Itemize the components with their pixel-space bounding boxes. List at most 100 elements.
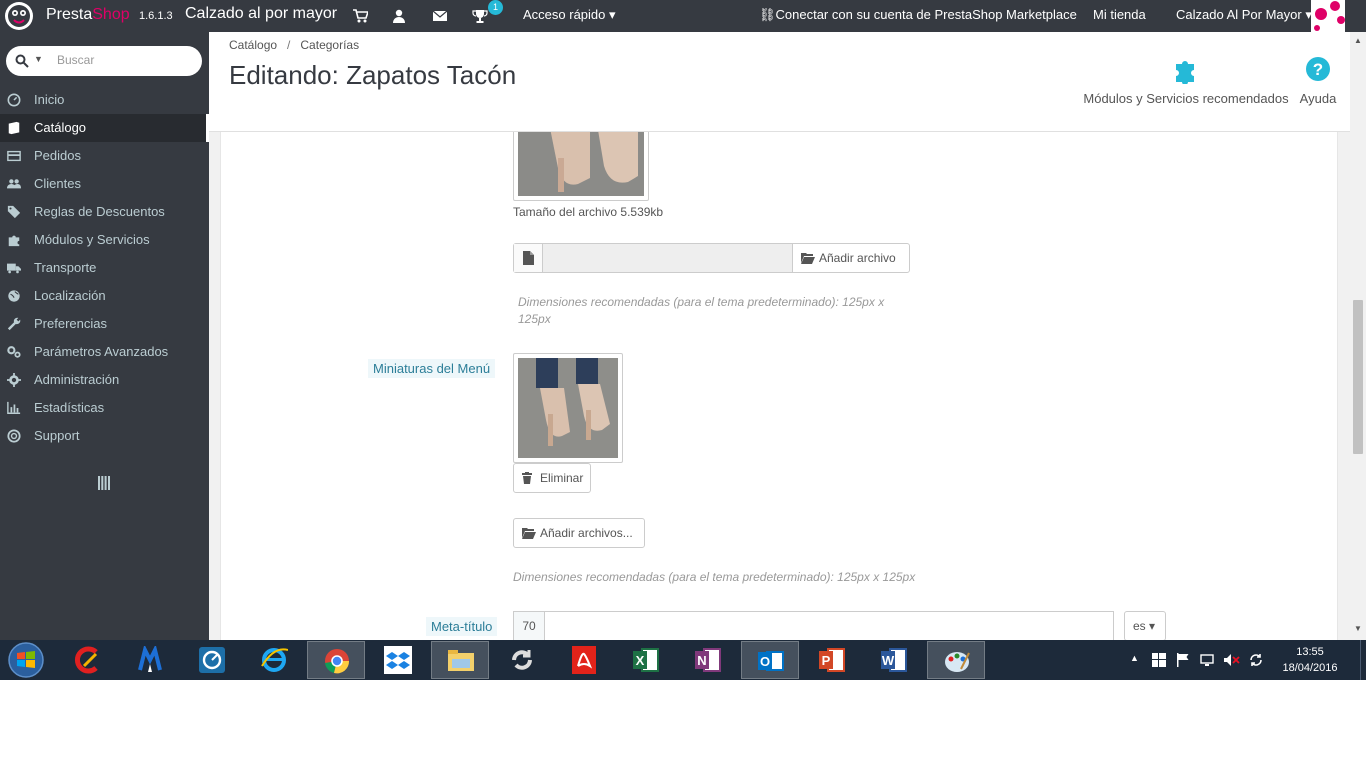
taskbar-app-button[interactable] xyxy=(307,641,365,679)
excel-icon: X xyxy=(633,648,659,672)
cart-icon[interactable] xyxy=(352,8,368,24)
user-icon[interactable] xyxy=(391,8,407,24)
notification-badge: 1 xyxy=(488,0,503,15)
sidebar-item[interactable]: Support xyxy=(0,422,209,450)
sidebar-item[interactable]: Parámetros Avanzados xyxy=(0,338,209,366)
breadcrumb-item[interactable]: Catálogo xyxy=(229,38,277,52)
volume-muted-icon[interactable] xyxy=(1224,653,1240,667)
add-files-button[interactable]: Añadir archivos... xyxy=(513,518,645,548)
taskbar-app-button[interactable] xyxy=(493,641,551,679)
sidebar-item[interactable]: Estadísticas xyxy=(0,394,209,422)
search-box[interactable]: ▼ Buscar xyxy=(6,46,202,76)
book-icon xyxy=(8,121,20,135)
caret-down-icon[interactable]: ▼ xyxy=(34,54,43,64)
sidebar-item-label: Transporte xyxy=(34,260,97,275)
svg-text:?: ? xyxy=(1313,60,1323,79)
category-form-panel: Tamaño del archivo 5.539kb Añadir archiv… xyxy=(220,132,1338,640)
shoe-image xyxy=(518,132,644,196)
taskbar-app-button[interactable] xyxy=(555,641,613,679)
taskbar-app-button[interactable] xyxy=(369,641,427,679)
file-size-text: Tamaño del archivo 5.539kb xyxy=(513,205,664,219)
show-hidden-icons-icon[interactable]: ▲ xyxy=(1130,653,1139,663)
meta-title-input[interactable]: 70 xyxy=(513,611,1114,640)
search-icon[interactable] xyxy=(15,54,29,68)
sidebar-item-label: Inicio xyxy=(34,92,65,107)
windows-icon[interactable] xyxy=(1152,653,1166,667)
my-shop-link[interactable]: Mi tienda xyxy=(1093,7,1146,22)
sidebar-item[interactable]: Preferencias xyxy=(0,310,209,338)
svg-text:X: X xyxy=(636,653,645,668)
help-label: Ayuda xyxy=(1299,91,1337,106)
file-icon xyxy=(523,251,534,265)
taskbar-app-button[interactable]: N xyxy=(679,641,737,679)
folder-open-icon xyxy=(801,253,815,264)
add-file-button[interactable]: Añadir archivo xyxy=(792,243,910,273)
connect-marketplace-link[interactable]: ⛓Conectar con su cuenta de PrestaShop Ma… xyxy=(759,7,1077,23)
onenote-icon: N xyxy=(695,648,721,672)
taskbar-app-button[interactable] xyxy=(121,641,179,679)
sidebar-item[interactable]: Clientes xyxy=(0,170,209,198)
sidebar-item[interactable]: Administración xyxy=(0,366,209,394)
taskbar-app-button[interactable]: P xyxy=(803,641,861,679)
scrollbar-thumb[interactable] xyxy=(1353,300,1363,454)
flag-icon[interactable] xyxy=(1176,653,1190,667)
taskbar-app-button[interactable]: X xyxy=(617,641,675,679)
sidebar-item-label: Support xyxy=(34,428,80,443)
language-selector[interactable]: es ▾ xyxy=(1124,611,1166,640)
menu-thumbnail-image xyxy=(513,353,623,463)
sync-icon xyxy=(512,650,532,670)
scroll-down-arrow-icon[interactable]: ▼ xyxy=(1354,624,1362,633)
category-image-thumbnail xyxy=(513,132,649,201)
file-upload-field[interactable]: Añadir archivo xyxy=(513,243,910,273)
breadcrumb: Catálogo / Categorías xyxy=(229,38,360,52)
sidebar-item[interactable]: Módulos y Servicios xyxy=(0,226,209,254)
svg-text:W: W xyxy=(882,653,895,668)
taskbar-app-button[interactable] xyxy=(431,641,489,679)
sidebar-item[interactable]: Catálogo xyxy=(0,114,209,142)
taskbar-app-button[interactable]: W xyxy=(865,641,923,679)
shoe-image xyxy=(518,358,618,458)
taskbar-app-button[interactable] xyxy=(245,641,303,679)
sidebar-item[interactable]: Transporte xyxy=(0,254,209,282)
delete-thumbnail-button[interactable]: Eliminar xyxy=(513,463,591,493)
page-scrollbar[interactable]: ▲ ▼ xyxy=(1350,32,1366,640)
wrench-icon xyxy=(7,317,21,331)
sidebar-item-label: Estadísticas xyxy=(34,400,105,415)
brand-name[interactable]: PrestaShop xyxy=(46,6,130,24)
breadcrumb-item[interactable]: Categorías xyxy=(300,38,359,52)
collapse-menu-icon[interactable] xyxy=(98,476,110,490)
sidebar-item[interactable]: Pedidos xyxy=(0,142,209,170)
globe-icon xyxy=(8,290,20,302)
sidebar-item[interactable]: Localización xyxy=(0,282,209,310)
show-desktop-button[interactable] xyxy=(1360,640,1366,680)
svg-text:N: N xyxy=(697,653,706,668)
quick-access-menu[interactable]: Acceso rápido ▾ xyxy=(523,7,616,23)
taskbar-app-button[interactable]: O xyxy=(741,641,799,679)
scroll-up-arrow-icon[interactable]: ▲ xyxy=(1354,36,1362,45)
meta-title-label: Meta-título xyxy=(426,617,498,636)
top-bar: PrestaShop 1.6.1.3 Calzado al por mayor … xyxy=(0,0,1366,32)
prestashop-logo-icon[interactable] xyxy=(2,0,36,32)
sidebar-item[interactable]: Reglas de Descuentos xyxy=(0,198,209,226)
taskbar-app-button[interactable] xyxy=(927,641,985,679)
trophy-icon[interactable] xyxy=(472,8,488,24)
windows-start-button[interactable] xyxy=(6,641,46,679)
sidebar-item[interactable]: Inicio xyxy=(0,86,209,114)
caret-down-icon: ▾ xyxy=(1145,619,1156,633)
sidebar-item-label: Pedidos xyxy=(34,148,81,163)
taskbar-app-button[interactable] xyxy=(59,641,117,679)
search-input[interactable]: Buscar xyxy=(57,53,94,67)
taskbar-clock[interactable]: 13:55 18/04/2016 xyxy=(1270,644,1350,676)
envelope-icon[interactable] xyxy=(432,8,448,24)
link-icon: ⛓ xyxy=(759,7,776,22)
shop-name[interactable]: Calzado al por mayor xyxy=(185,5,337,23)
recommended-modules-button[interactable]: Módulos y Servicios recomendados xyxy=(1081,54,1291,114)
acrobat-icon xyxy=(572,646,596,674)
sync-icon[interactable] xyxy=(1248,652,1264,668)
shop-selector[interactable]: Calzado Al Por Mayor ▾ xyxy=(1176,7,1312,23)
file-icon-addon xyxy=(514,244,543,272)
network-icon[interactable] xyxy=(1200,653,1214,667)
help-button[interactable]: ? Ayuda xyxy=(1294,54,1342,114)
employee-avatar[interactable] xyxy=(1311,0,1345,32)
taskbar-app-button[interactable] xyxy=(183,641,241,679)
